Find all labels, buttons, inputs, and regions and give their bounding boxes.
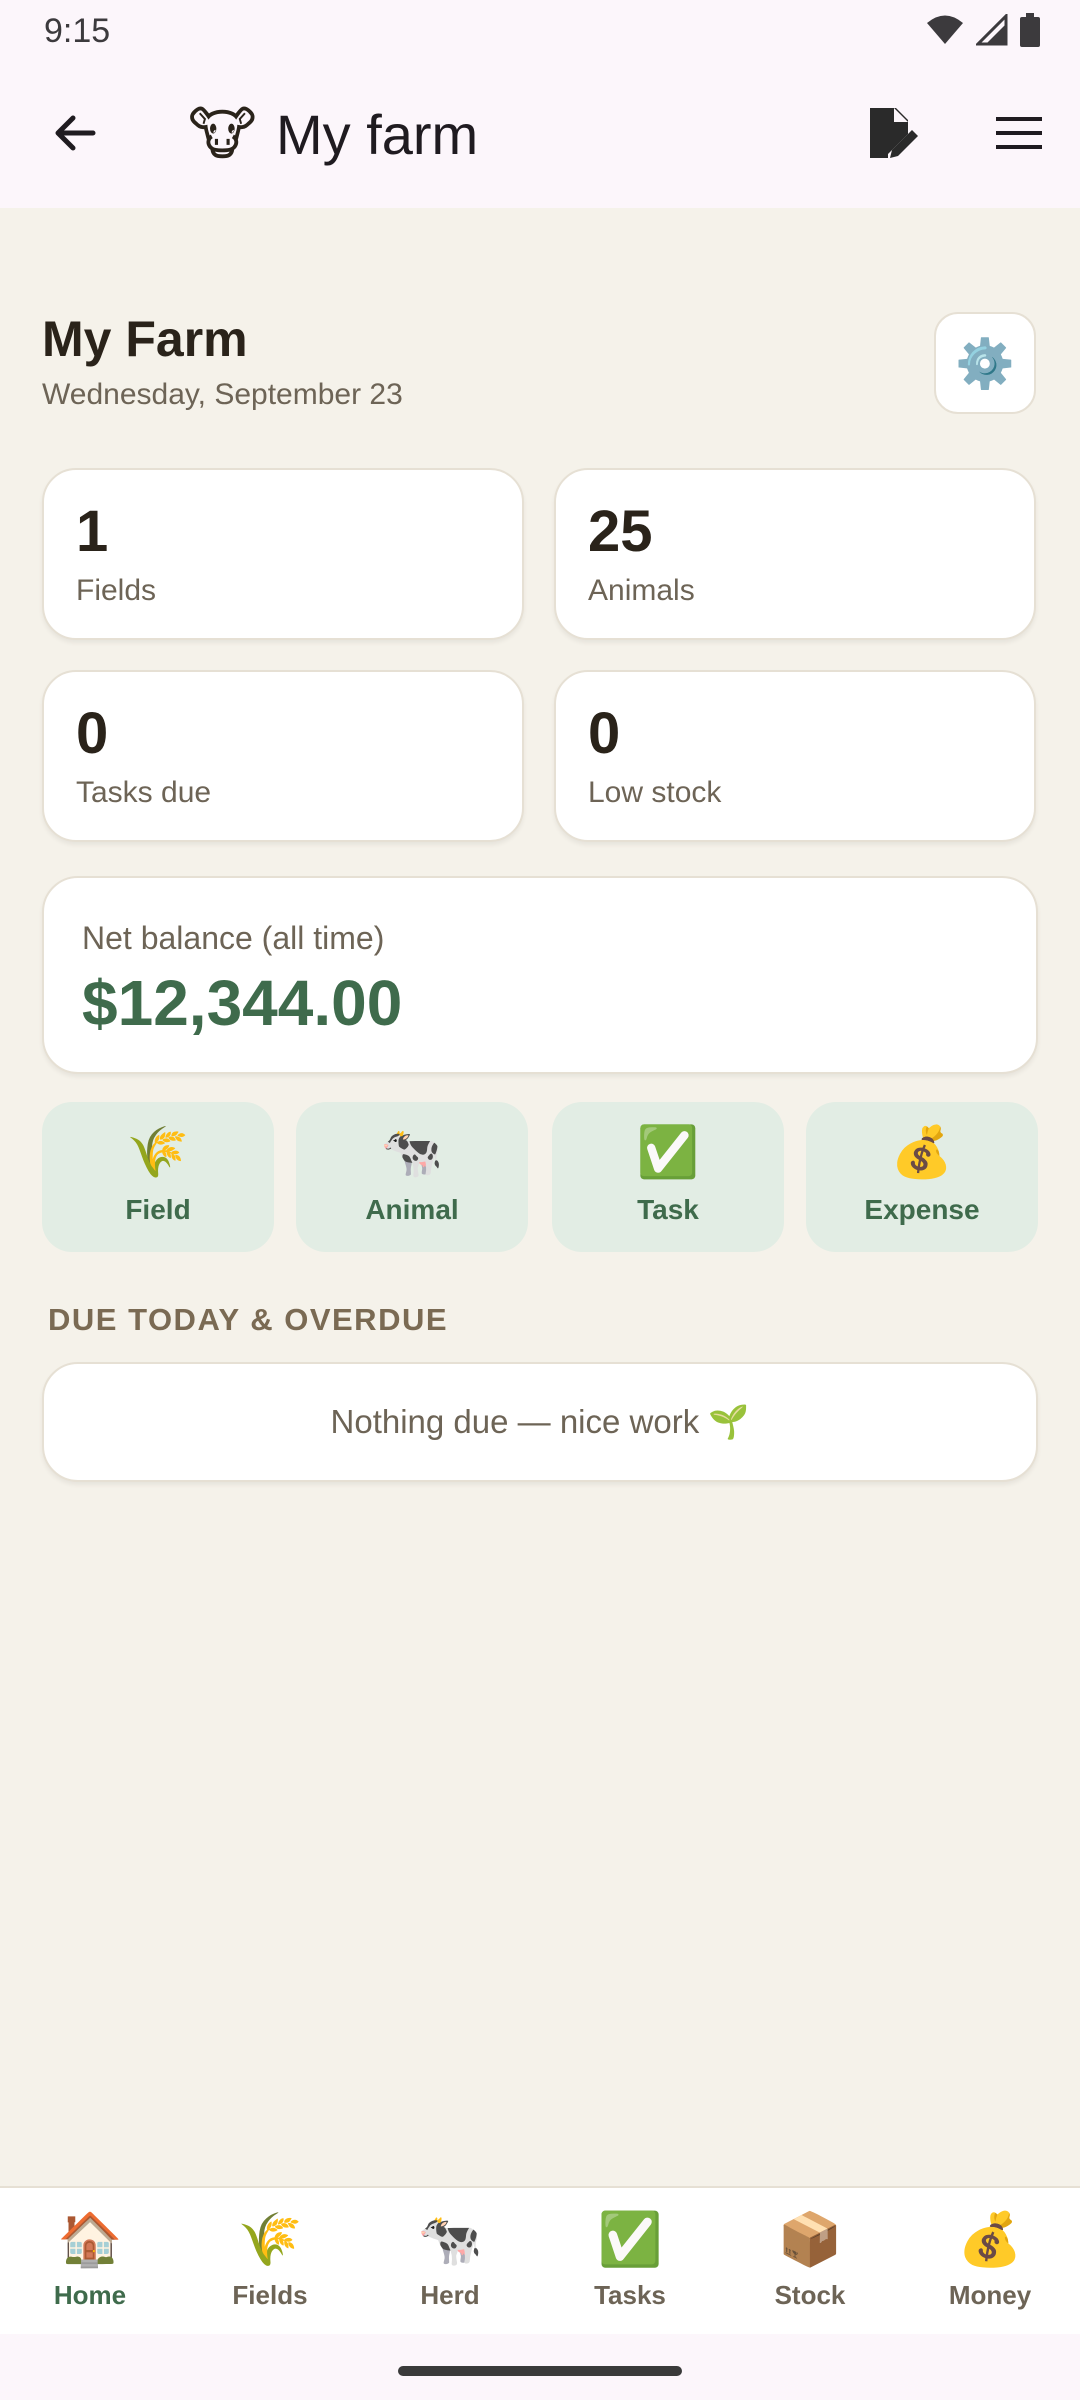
package-icon: 📦 [777, 2211, 843, 2269]
add-animal-button[interactable]: 🐄 Animal [296, 1102, 528, 1252]
add-task-button[interactable]: ✅ Task [552, 1102, 784, 1252]
cow-icon: 🐄 [380, 1124, 444, 1180]
app-title: My farm [276, 103, 479, 166]
nav-item-fields[interactable]: 🌾 Fields [180, 2188, 360, 2334]
arrow-left-icon [55, 115, 96, 151]
nav-item-stock[interactable]: 📦 Stock [720, 2188, 900, 2334]
signal-icon [976, 14, 1008, 46]
action-label: Expense [864, 1194, 980, 1225]
wheat-icon: 🌾 [237, 2211, 303, 2269]
stat-label: Fields [76, 574, 157, 607]
nav-label: Herd [420, 2280, 480, 2310]
cow-icon: 🐄 [417, 2211, 483, 2269]
edit-document-button[interactable] [858, 98, 928, 168]
bottom-nav: 🏠 Home 🌾 Fields 🐄 Herd ✅ Tasks 📦 Stock 💰… [0, 2186, 1080, 2334]
status-icons [926, 12, 1040, 48]
gear-icon: ⚙️ [955, 337, 1015, 391]
battery-icon [1020, 13, 1040, 47]
add-expense-button[interactable]: 💰 Expense [806, 1102, 1038, 1252]
gesture-handle[interactable] [398, 2366, 682, 2376]
add-field-button[interactable]: 🌾 Field [42, 1102, 274, 1252]
farm-date: Wednesday, September 23 [42, 378, 403, 411]
stat-card-animals[interactable]: 25 Animals [554, 468, 1036, 640]
edit-document-icon [870, 108, 918, 158]
money-bag-icon: 💰 [890, 1124, 954, 1180]
nav-item-money[interactable]: 💰 Money [900, 2188, 1080, 2334]
house-icon: 🏠 [57, 2211, 123, 2269]
status-bar: 9:15 [0, 0, 1080, 62]
nav-label: Fields [232, 2280, 308, 2310]
nav-item-home[interactable]: 🏠 Home [0, 2188, 180, 2334]
back-button[interactable] [40, 98, 110, 168]
nav-item-tasks[interactable]: ✅ Tasks [540, 2188, 720, 2334]
wifi-icon [927, 15, 963, 44]
wheat-icon: 🌾 [126, 1124, 190, 1180]
stat-value: 1 [76, 499, 109, 564]
stat-label: Animals [588, 574, 695, 607]
stat-card-tasks-due[interactable]: 0 Tasks due [42, 670, 524, 842]
balance-value: $12,344.00 [82, 967, 403, 1039]
gesture-area [0, 2334, 1080, 2400]
nav-label: Tasks [594, 2280, 666, 2310]
status-time: 9:15 [44, 12, 111, 50]
empty-due-card: Nothing due — nice work 🌱 [42, 1362, 1038, 1482]
action-label: Task [637, 1194, 699, 1225]
check-mark-icon: ✅ [597, 2211, 663, 2269]
stat-value: 25 [588, 499, 653, 564]
stat-label: Low stock [588, 776, 722, 809]
balance-label: Net balance (all time) [82, 920, 385, 956]
check-mark-icon: ✅ [636, 1124, 700, 1180]
empty-due-text: Nothing due — nice work 🌱 [330, 1402, 750, 1440]
stat-card-low-stock[interactable]: 0 Low stock [554, 670, 1036, 842]
money-bag-icon: 💰 [957, 2211, 1023, 2269]
hamburger-menu-icon [996, 117, 1042, 149]
stat-card-fields[interactable]: 1 Fields [42, 468, 524, 640]
farm-title: My Farm [42, 311, 248, 367]
action-label: Field [125, 1194, 191, 1225]
nav-label: Home [53, 2280, 127, 2310]
stat-label: Tasks due [76, 776, 212, 809]
nav-label: Stock [774, 2280, 846, 2310]
stat-value: 0 [588, 701, 621, 766]
nav-item-herd[interactable]: 🐄 Herd [360, 2188, 540, 2334]
due-section-title: DUE TODAY & OVERDUE [48, 1302, 449, 1337]
app-bar: 🐮 My farm [0, 62, 1080, 208]
cow-logo-icon: 🐮 [188, 102, 257, 167]
menu-button[interactable] [984, 98, 1054, 168]
settings-button[interactable]: ⚙️ [934, 312, 1036, 414]
nav-label: Money [948, 2280, 1032, 2310]
action-label: Animal [365, 1194, 459, 1225]
stat-value: 0 [76, 701, 109, 766]
balance-card[interactable]: Net balance (all time) $12,344.00 [42, 876, 1038, 1074]
